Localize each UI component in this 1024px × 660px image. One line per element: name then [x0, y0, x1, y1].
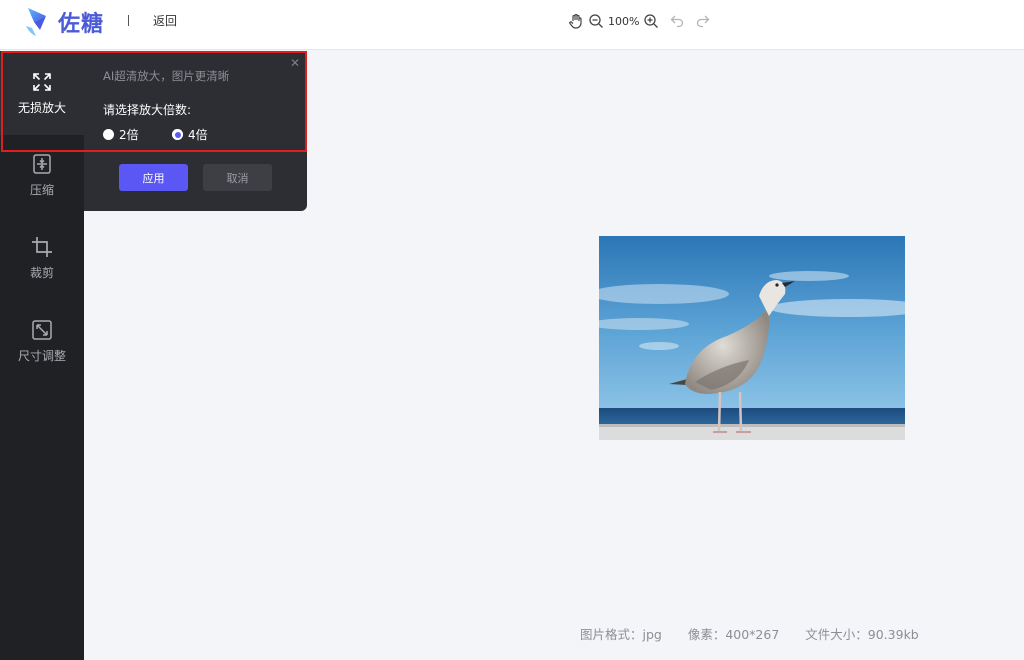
hand-pan-icon[interactable]: [566, 11, 586, 31]
sidebar-item-label: 尺寸调整: [17, 349, 66, 363]
sidebar-item-compress[interactable]: 压缩: [0, 153, 84, 225]
cancel-button[interactable]: 取消: [203, 164, 272, 191]
crop-icon: [32, 237, 52, 257]
zoom-out-icon[interactable]: [586, 11, 606, 31]
scale-label: 请选择放大倍数:: [103, 103, 192, 117]
close-icon[interactable]: ✕: [290, 57, 300, 69]
brand-name: 佐糖: [58, 12, 105, 37]
sidebar-item-label: 裁剪: [29, 266, 54, 280]
panel-description: AI超清放大，图片更清晰: [103, 69, 230, 83]
zoom-in-icon[interactable]: [641, 11, 661, 31]
sidebar-item-resize[interactable]: 尺寸调整: [0, 319, 84, 391]
radio-button-selected[interactable]: [172, 129, 183, 140]
radio-button[interactable]: [103, 129, 114, 140]
upscale-panel: ✕ AI超清放大，图片更清晰 请选择放大倍数: 2倍 4倍 应用 取消: [84, 51, 307, 211]
back-link[interactable]: 返回: [153, 12, 177, 29]
image-file-size: 文件大小：90.39kb: [805, 627, 919, 642]
compress-icon: [33, 154, 51, 174]
image-format: 图片格式：jpg: [580, 627, 662, 642]
resize-icon: [32, 320, 52, 340]
image-pixels: 像素：400*267: [687, 627, 780, 642]
sidebar-item-label: 无损放大: [17, 101, 66, 115]
image-info-bar: 图片格式：jpg 像素：400*267 文件大小：90.39kb: [580, 624, 941, 643]
sidebar: 无损放大 压缩 裁剪 尺寸调整: [0, 51, 84, 660]
sidebar-item-lossless-upscale[interactable]: 无损放大: [0, 51, 84, 135]
radio-option-2x[interactable]: 2倍: [103, 126, 139, 143]
logo-icon: [26, 8, 46, 36]
sidebar-item-crop[interactable]: 裁剪: [0, 236, 84, 308]
expand-arrows-icon: [33, 73, 51, 91]
undo-icon[interactable]: [667, 11, 687, 31]
sidebar-item-label: 压缩: [29, 183, 54, 197]
top-bar: 佐糖 返回 100%: [0, 0, 1024, 50]
radio-label: 2倍: [119, 128, 139, 142]
header-divider: [128, 15, 129, 26]
redo-icon[interactable]: [693, 11, 713, 31]
radio-label: 4倍: [188, 128, 208, 142]
radio-option-4x[interactable]: 4倍: [172, 126, 208, 143]
preview-image: [599, 236, 905, 440]
apply-button[interactable]: 应用: [119, 164, 188, 191]
canvas-toolbar: 100%: [566, 10, 713, 32]
zoom-level: 100%: [608, 14, 640, 28]
